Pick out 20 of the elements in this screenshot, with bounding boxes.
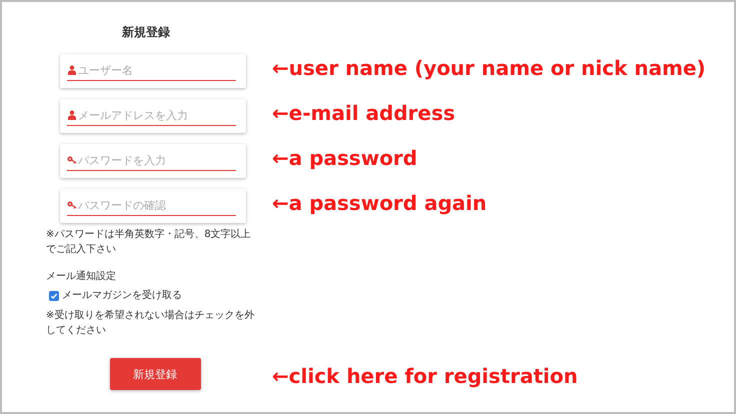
- input-field[interactable]: メールアドレスを入力: [78, 108, 228, 122]
- input-field[interactable]: パスワードの確認: [78, 198, 228, 212]
- annotation-text: ←user name (your name or nick name): [272, 56, 707, 80]
- password-note: ※パスワードは半角英数字・記号、8文字以上でご記入下さい: [46, 228, 252, 257]
- key-icon: [67, 155, 77, 165]
- input-field[interactable]: ユーザー名: [78, 64, 228, 76]
- person-icon: [67, 65, 77, 75]
- annotation-text: ←a password again: [272, 191, 488, 215]
- section-heading: メール通知設定: [46, 270, 117, 284]
- checkbox-label[interactable]: メールマガジンを受け取る: [62, 288, 182, 303]
- checkbox[interactable]: [49, 290, 59, 300]
- form-title: 新規登録: [122, 24, 170, 41]
- register-button[interactable]: 新規登録: [110, 358, 200, 390]
- annotation-text: ←click here for registration: [272, 364, 579, 390]
- person-icon: [67, 110, 77, 120]
- annotation-text: ←a password: [272, 146, 418, 170]
- uncheck-note: ※受け取りを希望されない場合はチェックを外してください: [46, 308, 256, 338]
- key-icon: [67, 200, 77, 210]
- annotation-text: ←e-mail address: [272, 101, 456, 125]
- input-field[interactable]: パスワードを入力: [78, 154, 228, 166]
